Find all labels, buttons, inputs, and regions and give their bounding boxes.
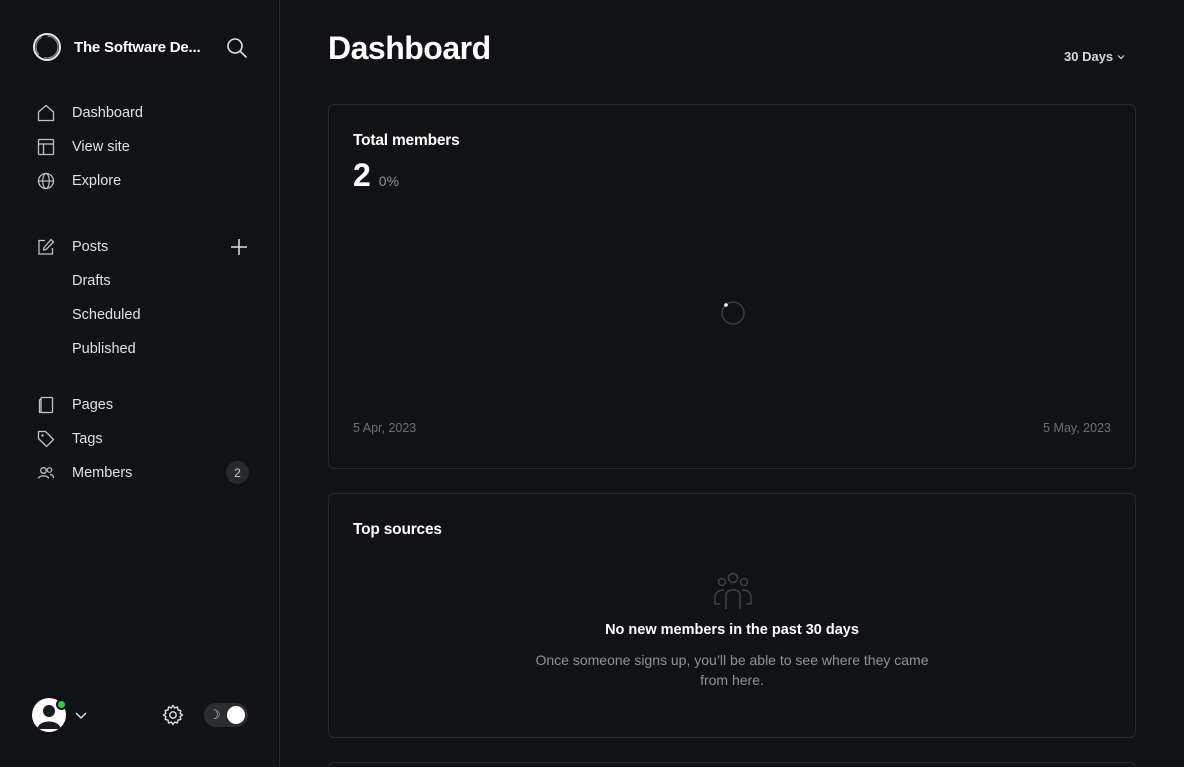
sidebar-item-label: Dashboard bbox=[72, 105, 143, 121]
globe-icon bbox=[37, 172, 55, 190]
app-root: The Software De... Dashboard View site E… bbox=[0, 0, 1184, 767]
toggle-knob bbox=[227, 706, 245, 724]
sidebar-item-label: Tags bbox=[72, 431, 103, 447]
layout-icon bbox=[37, 138, 55, 156]
sidebar-item-label: Posts bbox=[72, 239, 109, 255]
sidebar-item-pages[interactable]: Pages bbox=[36, 392, 250, 418]
home-icon bbox=[37, 104, 55, 122]
card-title: Total members bbox=[353, 132, 460, 149]
top-sources-card: Top sources No new members in the past 3… bbox=[328, 493, 1136, 738]
site-logo-icon bbox=[33, 33, 61, 61]
online-status-dot bbox=[56, 699, 67, 710]
members-metric: 2 0% bbox=[353, 157, 399, 194]
search-icon[interactable] bbox=[226, 37, 248, 59]
sidebar-item-label: Published bbox=[72, 341, 136, 357]
empty-state-title: No new members in the past 30 days bbox=[605, 622, 859, 638]
sidebar: The Software De... Dashboard View site E… bbox=[0, 0, 280, 767]
members-total-value: 2 bbox=[353, 157, 371, 193]
sidebar-item-label: Members bbox=[72, 465, 133, 481]
sidebar-footer: ☽ bbox=[32, 698, 248, 732]
members-count-badge: 2 bbox=[226, 461, 249, 484]
sidebar-item-tags[interactable]: Tags bbox=[36, 426, 250, 452]
next-card bbox=[328, 762, 1136, 767]
sidebar-item-scheduled[interactable]: Scheduled bbox=[36, 302, 250, 328]
total-members-card: Total members 2 0% 5 Apr, 2023 5 May, 20… bbox=[328, 104, 1136, 469]
card-title: Top sources bbox=[353, 521, 442, 538]
site-brand[interactable]: The Software De... bbox=[32, 32, 201, 62]
sidebar-item-published[interactable]: Published bbox=[36, 336, 250, 362]
empty-state-description: Once someone signs up, you’ll be able to… bbox=[535, 652, 929, 688]
add-post-button[interactable] bbox=[229, 234, 249, 260]
gear-icon[interactable] bbox=[161, 703, 185, 727]
sidebar-item-drafts[interactable]: Drafts bbox=[36, 268, 250, 294]
sidebar-item-members[interactable]: Members 2 bbox=[36, 460, 250, 486]
sidebar-item-view-site[interactable]: View site bbox=[36, 134, 250, 160]
tag-icon bbox=[37, 430, 55, 448]
chevron-down-icon bbox=[1117, 54, 1125, 59]
edit-icon bbox=[38, 238, 55, 255]
chart-start-date: 5 Apr, 2023 bbox=[353, 421, 417, 435]
page-icon bbox=[38, 396, 54, 414]
sidebar-item-label: Scheduled bbox=[72, 307, 141, 323]
date-range-select[interactable]: 30 Days bbox=[1064, 49, 1125, 64]
page-title: Dashboard bbox=[328, 30, 491, 66]
plus-icon bbox=[231, 239, 247, 255]
sidebar-item-label: Pages bbox=[72, 397, 114, 413]
members-change-percent: 0% bbox=[378, 173, 400, 189]
main-content: Dashboard 30 Days Total members 2 0% 5 A… bbox=[280, 0, 1184, 767]
site-title: The Software De... bbox=[74, 38, 201, 56]
members-group-icon bbox=[714, 572, 752, 609]
sidebar-item-dashboard[interactable]: Dashboard bbox=[36, 100, 250, 126]
moon-icon: ☽ bbox=[209, 707, 221, 722]
date-range-label: 30 Days bbox=[1064, 49, 1114, 64]
loading-spinner-icon bbox=[721, 301, 745, 325]
sidebar-item-label: View site bbox=[72, 139, 130, 155]
chart-end-date: 5 May, 2023 bbox=[1043, 421, 1111, 435]
chevron-down-icon[interactable] bbox=[74, 708, 88, 722]
sidebar-item-label: Drafts bbox=[72, 273, 111, 289]
sidebar-item-posts[interactable]: Posts bbox=[36, 234, 250, 260]
theme-toggle[interactable]: ☽ bbox=[204, 703, 248, 727]
sidebar-item-explore[interactable]: Explore bbox=[36, 168, 250, 194]
members-icon bbox=[37, 467, 55, 479]
sidebar-item-label: Explore bbox=[72, 173, 122, 189]
